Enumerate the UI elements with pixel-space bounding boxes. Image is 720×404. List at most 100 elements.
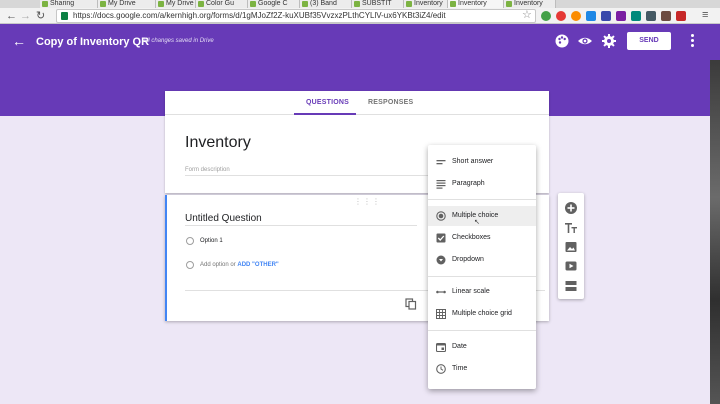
- menu-item-date[interactable]: Date: [428, 337, 536, 357]
- settings-gear-icon[interactable]: [601, 33, 617, 49]
- menu-item-short-answer[interactable]: Short answer: [428, 152, 536, 172]
- browser-toolbar: ← → ↻ https://docs.google.com/a/kernhigh…: [0, 8, 720, 24]
- clock-icon: [436, 364, 446, 374]
- form-description-field[interactable]: Form description: [185, 167, 230, 173]
- tab-label: Color Gu: [206, 0, 235, 7]
- menu-divider: [428, 276, 536, 277]
- extension-icon[interactable]: [571, 11, 581, 21]
- add-video-icon[interactable]: [564, 259, 578, 273]
- paragraph-icon: [436, 180, 446, 189]
- add-option-row: Add option or ADD "OTHER": [200, 262, 279, 268]
- extension-icon[interactable]: [541, 11, 551, 21]
- option-radio-icon: [186, 237, 194, 245]
- reload-icon[interactable]: ↻: [36, 10, 45, 22]
- menu-item-multiple-choice-grid[interactable]: Multiple choice grid: [428, 304, 536, 324]
- menu-item-checkboxes[interactable]: Checkboxes: [428, 228, 536, 248]
- browser-tab[interactable]: Inventory: [404, 0, 448, 8]
- tab-favicon: [506, 1, 512, 7]
- extension-icon[interactable]: [646, 11, 656, 21]
- extension-icon[interactable]: [616, 11, 626, 21]
- tab-label: Sharing: [50, 0, 75, 7]
- browser-tab[interactable]: My Drive: [98, 0, 156, 8]
- option-1-field[interactable]: Option 1: [200, 238, 223, 244]
- menu-item-label: Linear scale: [452, 288, 490, 295]
- menu-item-label: Dropdown: [452, 256, 484, 263]
- document-title[interactable]: Copy of Inventory QR: [36, 36, 149, 48]
- browser-tab[interactable]: (3) Band: [300, 0, 352, 8]
- extension-icon[interactable]: [601, 11, 611, 21]
- browser-tab[interactable]: SUBSTIT: [352, 0, 404, 8]
- menu-item-dropdown[interactable]: Dropdown: [428, 250, 536, 270]
- extension-icon[interactable]: [676, 11, 686, 21]
- menu-divider: [428, 330, 536, 331]
- add-option-link[interactable]: Add option: [200, 262, 229, 268]
- url-text: https://docs.google.com/a/kernhigh.org/f…: [73, 11, 446, 20]
- extension-icon[interactable]: [631, 11, 641, 21]
- add-question-icon[interactable]: [564, 201, 578, 215]
- browser-tab[interactable]: Google C: [248, 0, 300, 8]
- browser-tab-strip: Sharing My Drive My Drive Color Gu Googl…: [0, 0, 720, 8]
- back-icon[interactable]: ←: [6, 10, 17, 22]
- tab-favicon: [158, 1, 164, 7]
- browser-menu-icon[interactable]: ≡: [702, 9, 708, 21]
- floating-toolbar: [558, 193, 584, 299]
- browser-tab[interactable]: Color Gu: [196, 0, 248, 8]
- back-arrow-icon[interactable]: ←: [12, 34, 26, 48]
- preview-eye-icon[interactable]: [577, 33, 593, 49]
- extension-icon[interactable]: [556, 11, 566, 21]
- form-tabs: QUESTIONS RESPONSES: [165, 91, 549, 115]
- add-section-icon[interactable]: [564, 279, 578, 293]
- tab-questions[interactable]: QUESTIONS: [306, 99, 349, 106]
- question-title-field[interactable]: Untitled Question: [185, 213, 262, 224]
- tab-label: Inventory: [414, 0, 443, 7]
- tab-label: Google C: [258, 0, 288, 7]
- lock-icon: [61, 12, 68, 20]
- calendar-icon: [436, 342, 446, 352]
- more-options-icon[interactable]: [686, 33, 698, 49]
- dropdown-icon: [436, 255, 446, 265]
- tab-label: Inventory: [458, 0, 487, 7]
- tab-label: My Drive: [166, 0, 194, 7]
- mouse-cursor-icon: ↖: [474, 219, 480, 226]
- bookmark-star-icon[interactable]: ☆: [522, 9, 532, 21]
- browser-tab[interactable]: Sharing: [40, 0, 98, 8]
- menu-item-paragraph[interactable]: Paragraph: [428, 174, 536, 194]
- tab-favicon: [354, 1, 360, 7]
- tab-label: SUBSTIT: [362, 0, 392, 7]
- tab-favicon: [42, 1, 48, 7]
- linear-scale-icon: [436, 290, 446, 294]
- save-status: All changes saved in Drive: [143, 38, 214, 44]
- send-button[interactable]: SEND: [627, 32, 671, 50]
- tab-label: My Drive: [108, 0, 136, 7]
- menu-item-label: Paragraph: [452, 180, 485, 187]
- add-title-icon[interactable]: [564, 221, 578, 235]
- tab-favicon: [198, 1, 204, 7]
- menu-divider: [428, 199, 536, 200]
- background-photo-strip: [710, 60, 720, 404]
- menu-item-label: Multiple choice grid: [452, 310, 512, 317]
- tab-favicon: [406, 1, 412, 7]
- menu-item-time[interactable]: Time: [428, 359, 536, 379]
- forward-icon[interactable]: →: [20, 10, 31, 22]
- tab-label: Inventory: [514, 0, 543, 7]
- radio-filled-icon: [436, 211, 446, 221]
- add-image-icon[interactable]: [564, 240, 578, 254]
- browser-tab[interactable]: My Drive: [156, 0, 196, 8]
- url-bar[interactable]: https://docs.google.com/a/kernhigh.org/f…: [56, 9, 536, 23]
- palette-icon[interactable]: [554, 33, 570, 49]
- form-title[interactable]: Inventory: [185, 134, 251, 152]
- browser-tab-active[interactable]: Inventory: [448, 0, 504, 8]
- extension-icon[interactable]: [586, 11, 596, 21]
- add-other-link[interactable]: ADD "OTHER": [237, 262, 278, 268]
- active-tab-indicator: [294, 113, 356, 115]
- add-option-radio-icon: [186, 261, 194, 269]
- menu-item-multiple-choice[interactable]: Multiple choice ↖: [428, 206, 536, 226]
- drag-handle-icon[interactable]: ⋮⋮⋮: [354, 197, 381, 206]
- browser-tab[interactable]: Inventory: [504, 0, 556, 8]
- tab-responses[interactable]: RESPONSES: [368, 99, 413, 106]
- menu-item-linear-scale[interactable]: Linear scale: [428, 282, 536, 302]
- duplicate-icon[interactable]: [405, 298, 417, 310]
- question-type-menu: Short answer Paragraph Multiple choice ↖…: [428, 145, 536, 389]
- menu-item-label: Time: [452, 365, 468, 372]
- extension-icon[interactable]: [661, 11, 671, 21]
